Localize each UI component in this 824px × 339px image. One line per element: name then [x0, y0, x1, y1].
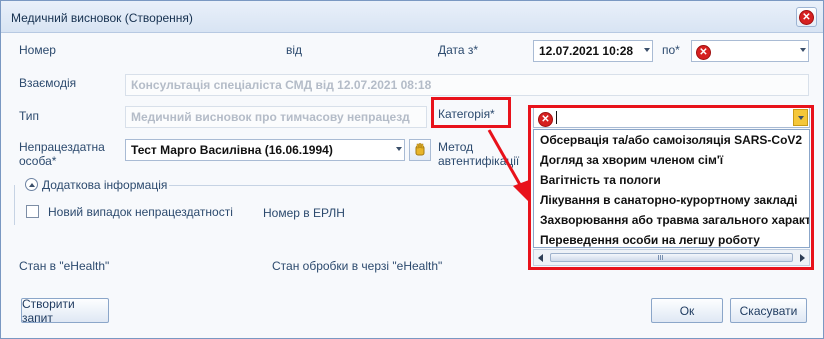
create-request-label: Створити запит — [22, 296, 75, 325]
date-to-label: по* — [662, 43, 680, 57]
erln-label: Номер в ЕРЛН — [263, 206, 345, 220]
type-label: Тип — [19, 109, 40, 123]
person-label-line1: Непрацездатна — [19, 140, 105, 154]
auth-label-line1: Метод — [438, 140, 474, 154]
dropdown-highlight — [528, 105, 814, 270]
dialog-window: Медичний висновок (Створення) ✕ Номер ві… — [0, 0, 824, 339]
date-from-label: Дата з* — [438, 43, 479, 57]
close-icon: ✕ — [800, 10, 813, 24]
number-label: Номер — [19, 43, 56, 57]
person-search-button[interactable] — [409, 139, 431, 161]
category-label: Категорія* — [438, 107, 495, 121]
window-title: Медичний висновок (Створення) — [11, 11, 193, 25]
error-icon: ✕ — [697, 46, 710, 59]
person-select[interactable]: Тест Марго Василівна (16.06.1994) — [125, 139, 405, 161]
ok-label: Ок — [679, 303, 695, 318]
cancel-label: Скасувати — [739, 303, 798, 318]
cancel-button[interactable]: Скасувати — [730, 298, 807, 323]
chevron-down-icon — [396, 147, 402, 151]
chevron-down-icon — [800, 48, 806, 52]
person-value: Тест Марго Василівна (16.06.1994) — [131, 143, 333, 157]
date-from-input[interactable]: 12.07.2021 10:28 — [533, 40, 653, 62]
date-from-value: 12.07.2021 10:28 — [539, 44, 634, 58]
type-value: Медичний висновок про тимчасову непрацез… — [131, 110, 410, 124]
interaction-field: Консультація спеціаліста СМД від 12.07.2… — [125, 74, 809, 96]
ehealth-state-label: Стан в "eHealth" — [19, 259, 110, 273]
chevron-down-icon — [644, 48, 650, 52]
additional-info-label: Додаткова інформація — [42, 178, 168, 192]
ok-button[interactable]: Ок — [651, 298, 723, 323]
type-field: Медичний висновок про тимчасову непрацез… — [125, 106, 427, 128]
close-button[interactable]: ✕ — [796, 7, 817, 27]
create-request-button[interactable]: Створити запит — [21, 296, 109, 325]
from-label: від — [286, 43, 303, 57]
annotation-arrow-icon — [487, 129, 529, 202]
date-to-input[interactable]: ✕ — [691, 40, 809, 62]
hand-icon — [415, 143, 425, 156]
title-bar: Медичний висновок (Створення) ✕ — [1, 1, 823, 33]
collapse-toggle[interactable] — [25, 178, 38, 191]
new-case-checkbox[interactable] — [26, 205, 39, 218]
interaction-label: Взаємодія — [19, 76, 77, 90]
group-separator — [169, 185, 529, 186]
group-left-border — [14, 185, 16, 225]
queue-state-label: Стан обробки в черзі "eHealth" — [272, 259, 443, 273]
new-case-label: Новий випадок непрацездатності — [48, 205, 233, 219]
person-label-line2: особа* — [19, 154, 57, 168]
chevron-up-icon — [28, 182, 35, 187]
interaction-value: Консультація спеціаліста СМД від 12.07.2… — [131, 78, 432, 92]
